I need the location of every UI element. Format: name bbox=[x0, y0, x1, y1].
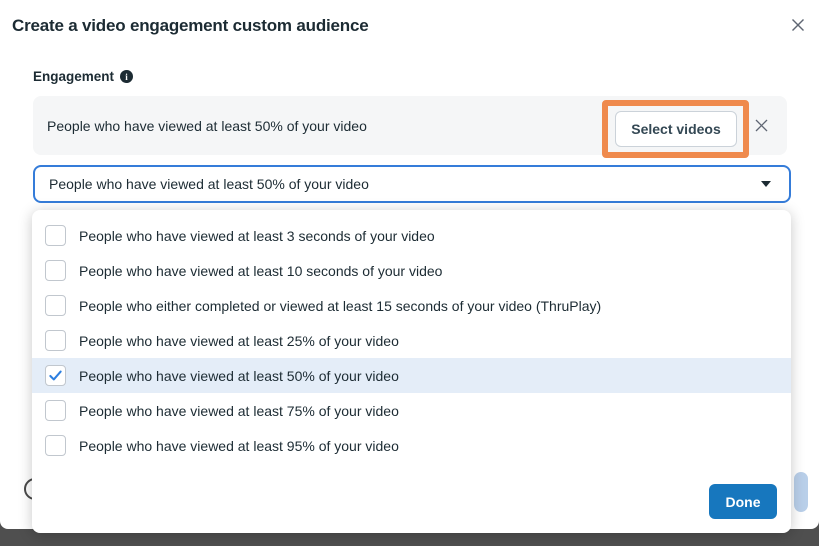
scrollbar-thumb[interactable] bbox=[794, 472, 808, 512]
checkbox[interactable] bbox=[45, 225, 66, 246]
dropdown-option[interactable]: People who have viewed at least 25% of y… bbox=[32, 323, 791, 358]
dropdown-option[interactable]: People who have viewed at least 95% of y… bbox=[32, 428, 791, 463]
create-audience-modal: Create a video engagement custom audienc… bbox=[0, 0, 819, 533]
chevron-down-icon bbox=[761, 181, 771, 187]
done-button[interactable]: Done bbox=[709, 484, 777, 519]
select-value: People who have viewed at least 50% of y… bbox=[49, 176, 369, 192]
checkbox[interactable] bbox=[45, 365, 66, 386]
checkbox[interactable] bbox=[45, 330, 66, 351]
option-label: People who have viewed at least 50% of y… bbox=[79, 367, 399, 384]
option-label: People who have viewed at least 75% of y… bbox=[79, 402, 399, 419]
page-title: Create a video engagement custom audienc… bbox=[12, 16, 369, 35]
engagement-label: Engagement bbox=[33, 69, 115, 84]
dropdown-option-list: People who have viewed at least 3 second… bbox=[32, 218, 791, 463]
option-label: People who have viewed at least 10 secon… bbox=[79, 262, 443, 279]
checkbox[interactable] bbox=[45, 435, 66, 456]
check-icon bbox=[49, 370, 62, 381]
info-icon[interactable]: i bbox=[120, 70, 134, 83]
remove-rule-icon[interactable] bbox=[752, 116, 771, 135]
option-label: People who have viewed at least 3 second… bbox=[79, 227, 435, 244]
engagement-section-label: Engagement i bbox=[33, 69, 134, 84]
dropdown-option[interactable]: People who either completed or viewed at… bbox=[32, 288, 791, 323]
rule-row-text: People who have viewed at least 50% of y… bbox=[47, 117, 367, 134]
option-label: People who either completed or viewed at… bbox=[79, 297, 602, 314]
checkbox[interactable] bbox=[45, 400, 66, 421]
dropdown-option[interactable]: People who have viewed at least 50% of y… bbox=[32, 358, 791, 393]
dropdown-option[interactable]: People who have viewed at least 3 second… bbox=[32, 218, 791, 253]
engagement-type-select[interactable]: People who have viewed at least 50% of y… bbox=[33, 165, 791, 203]
select-videos-button[interactable]: Select videos bbox=[615, 111, 737, 147]
dropdown-option[interactable]: People who have viewed at least 10 secon… bbox=[32, 253, 791, 288]
dropdown-option[interactable]: People who have viewed at least 75% of y… bbox=[32, 393, 791, 428]
option-label: People who have viewed at least 95% of y… bbox=[79, 437, 399, 454]
checkbox[interactable] bbox=[45, 295, 66, 316]
engagement-dropdown-menu: People who have viewed at least 3 second… bbox=[32, 210, 791, 533]
close-icon[interactable] bbox=[787, 14, 809, 36]
checkbox[interactable] bbox=[45, 260, 66, 281]
option-label: People who have viewed at least 25% of y… bbox=[79, 332, 399, 349]
